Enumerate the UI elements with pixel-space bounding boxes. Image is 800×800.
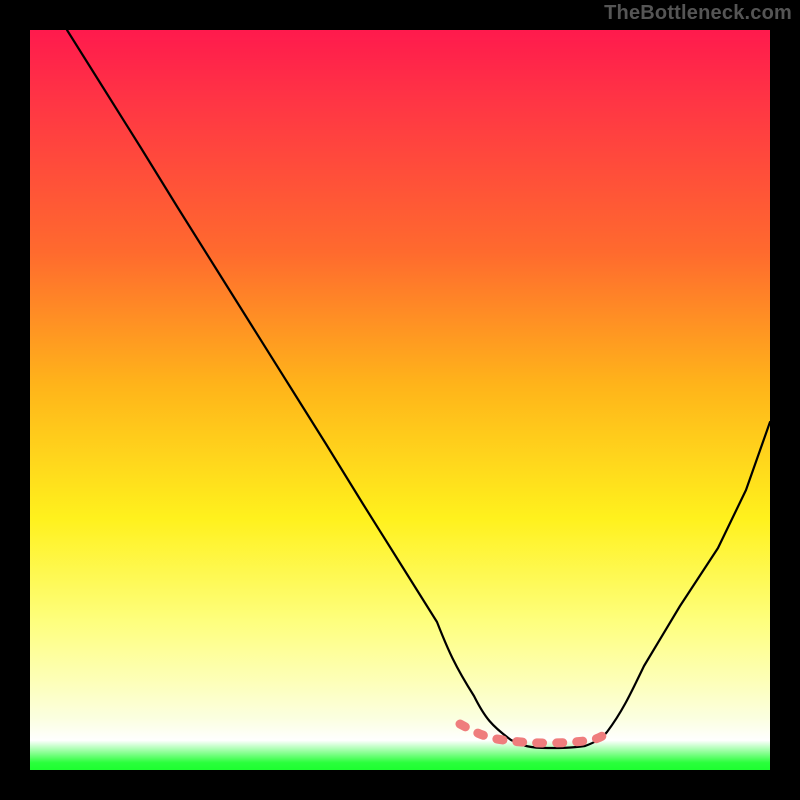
chart-frame: TheBottleneck.com	[0, 0, 800, 800]
highlight-band	[460, 724, 609, 743]
curve-layer	[30, 30, 770, 770]
plot-area	[30, 30, 770, 770]
bottleneck-curve	[67, 30, 770, 748]
watermark-text: TheBottleneck.com	[604, 2, 792, 25]
